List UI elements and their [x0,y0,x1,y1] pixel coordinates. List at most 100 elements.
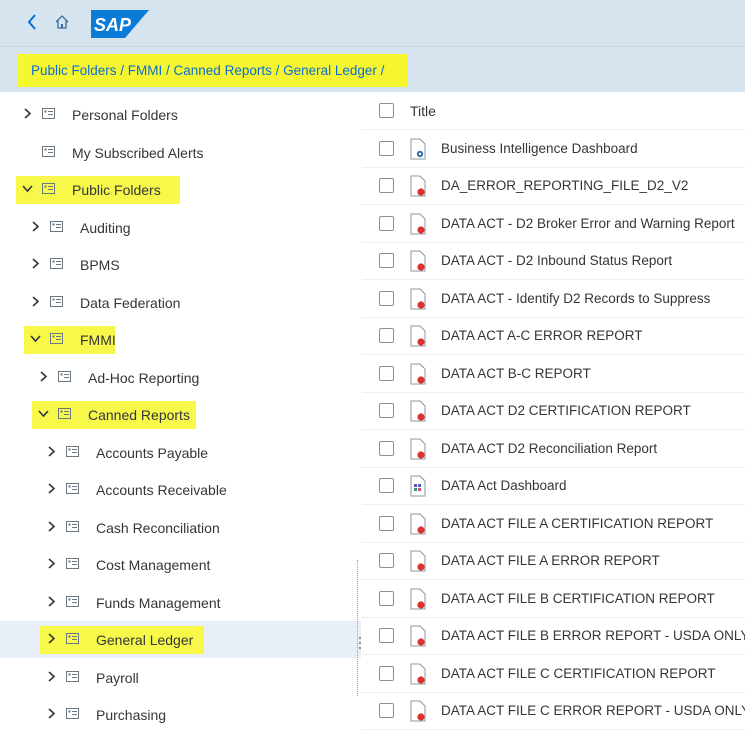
row-checkbox[interactable] [379,215,394,231]
document-title[interactable]: DATA ACT FILE A ERROR REPORT [441,553,660,568]
table-row[interactable]: DATA ACT FILE C CERTIFICATION REPORT [362,655,745,693]
tree-item[interactable]: Cost Management [0,546,361,583]
tree-item-label: Purchasing [96,707,167,723]
document-title[interactable]: DATA ACT D2 Reconciliation Report [441,441,657,456]
tree-item[interactable]: Auditing [0,209,361,246]
column-header-title[interactable]: Title [410,103,436,119]
row-checkbox[interactable] [379,140,394,156]
document-title[interactable]: Business Intelligence Dashboard [441,141,638,156]
document-title[interactable]: DATA ACT FILE A CERTIFICATION REPORT [441,516,713,531]
row-checkbox[interactable] [379,365,394,381]
row-checkbox[interactable] [379,253,394,268]
row-checkbox[interactable] [379,553,394,568]
chevron-right-icon[interactable] [30,295,41,307]
report-icon [410,588,426,609]
table-row[interactable]: DATA ACT FILE A CERTIFICATION REPORT [362,505,745,543]
back-icon[interactable] [27,13,37,31]
table-row[interactable]: Business Intelligence Dashboard [362,130,745,168]
chevron-right-icon[interactable] [46,445,57,457]
chevron-right-icon[interactable] [22,108,33,119]
chevron-right-icon[interactable] [30,258,41,269]
tree-item[interactable]: Accounts Payable [0,434,361,471]
folder-tree: Personal Folders My Subscribed Alerts Publ… [0,92,363,726]
breadcrumb[interactable]: Public Folders / FMMI / Canned Reports /… [31,63,384,78]
table-row[interactable]: DATA ACT - Identify D2 Records to Suppre… [362,280,745,318]
tree-item[interactable]: BPMS [0,246,361,283]
document-title[interactable]: DATA Act Dashboard [441,478,567,493]
splitter-grip-icon[interactable] [359,637,361,649]
document-title[interactable]: DATA ACT - Identify D2 Records to Suppre… [441,291,710,306]
tree-item[interactable]: Payroll [0,659,361,696]
pane-splitter[interactable] [357,560,361,696]
table-row[interactable]: DA_ERROR_REPORTING_FILE_D2_V2 [362,167,745,205]
report-icon [410,700,426,722]
row-checkbox[interactable] [379,703,394,718]
table-row[interactable]: DATA ACT B-C REPORT [362,355,745,393]
chevron-right-icon[interactable] [38,370,49,382]
chevron-right-icon[interactable] [46,558,57,569]
sap-logo[interactable]: SAP [91,10,149,38]
table-row[interactable]: DATA ACT FILE B CERTIFICATION REPORT [362,580,745,618]
chevron-right-icon[interactable] [46,670,57,682]
tree-item[interactable]: Data Federation [0,284,361,321]
chevron-right-icon[interactable] [46,633,57,644]
tree-item[interactable]: Cash Reconciliation [0,509,361,546]
tree-item[interactable]: My Subscribed Alerts [0,134,361,171]
table-header: Title [362,92,745,130]
table-row[interactable]: DATA ACT FILE C ERROR REPORT - USDA ONLY [362,692,745,730]
row-checkbox[interactable] [379,328,394,343]
tree-item[interactable]: FMMI [0,321,361,358]
chevron-down-icon[interactable] [38,408,49,419]
row-checkbox[interactable] [379,478,394,493]
document-title[interactable]: DA_ERROR_REPORTING_FILE_D2_V2 [441,178,688,193]
table-row[interactable]: DATA ACT D2 CERTIFICATION REPORT [362,392,745,430]
select-all-checkbox[interactable] [379,103,394,118]
table-row[interactable]: DATA ACT - D2 Broker Error and Warning R… [362,205,745,243]
home-icon[interactable] [54,14,70,30]
document-title[interactable]: DATA ACT FILE C ERROR REPORT - USDA ONLY [441,703,745,718]
tree-item[interactable]: General Ledger [0,621,361,658]
table-row[interactable]: DATA ACT D2 Reconciliation Report [362,430,745,468]
document-title[interactable]: DATA ACT FILE B CERTIFICATION REPORT [441,591,715,606]
tree-item[interactable]: Funds Management [0,584,361,621]
document-title[interactable]: DATA ACT A-C ERROR REPORT [441,328,643,343]
row-checkbox[interactable] [379,178,394,193]
row-checkbox[interactable] [379,403,394,418]
document-title[interactable]: DATA ACT FILE C CERTIFICATION REPORT [441,666,716,681]
tree-item[interactable]: Purchasing [0,696,361,733]
table-row[interactable]: DATA Act Dashboard [362,467,745,505]
table-row[interactable]: DATA ACT A-C ERROR REPORT [362,317,745,355]
tree-item[interactable]: Personal Folders [0,96,361,133]
tree-item[interactable]: Accounts Receivable [0,471,361,508]
table-row[interactable]: DATA ACT - D2 Inbound Status Report [362,242,745,280]
table-row[interactable]: DATA ACT FILE A ERROR REPORT [362,542,745,580]
folder-icon [50,258,63,269]
document-title[interactable]: DATA ACT - D2 Broker Error and Warning R… [441,216,735,231]
tree-item[interactable]: Public Folders [0,171,361,208]
document-title[interactable]: DATA ACT - D2 Inbound Status Report [441,253,672,268]
report-icon [410,363,426,384]
row-checkbox[interactable] [379,590,394,606]
chevron-right-icon[interactable] [46,520,57,532]
document-title[interactable]: DATA ACT FILE B ERROR REPORT - USDA ONLY [441,628,745,643]
row-checkbox[interactable] [379,440,394,456]
chevron-right-icon[interactable] [30,220,41,232]
document-title[interactable]: DATA ACT D2 CERTIFICATION REPORT [441,403,691,418]
row-checkbox[interactable] [379,665,394,681]
table-row[interactable]: DATA ACT FILE B ERROR REPORT - USDA ONLY [362,617,745,655]
chevron-down-icon[interactable] [30,333,41,344]
document-title[interactable]: DATA ACT B-C REPORT [441,366,591,381]
row-checkbox[interactable] [379,290,394,306]
tree-item[interactable]: Ad-Hoc Reporting [0,359,361,396]
tree-item[interactable]: Canned Reports [0,396,361,433]
chevron-right-icon[interactable] [46,708,57,719]
chevron-down-icon[interactable] [22,183,33,194]
bi-dashboard-icon [410,138,426,159]
report-icon [410,663,426,684]
chevron-right-icon[interactable] [46,483,57,494]
chevron-right-icon[interactable] [46,595,57,607]
tree-item-label: My Subscribed Alerts [72,144,204,161]
folder-icon [66,520,79,532]
row-checkbox[interactable] [379,628,394,643]
row-checkbox[interactable] [379,515,394,531]
